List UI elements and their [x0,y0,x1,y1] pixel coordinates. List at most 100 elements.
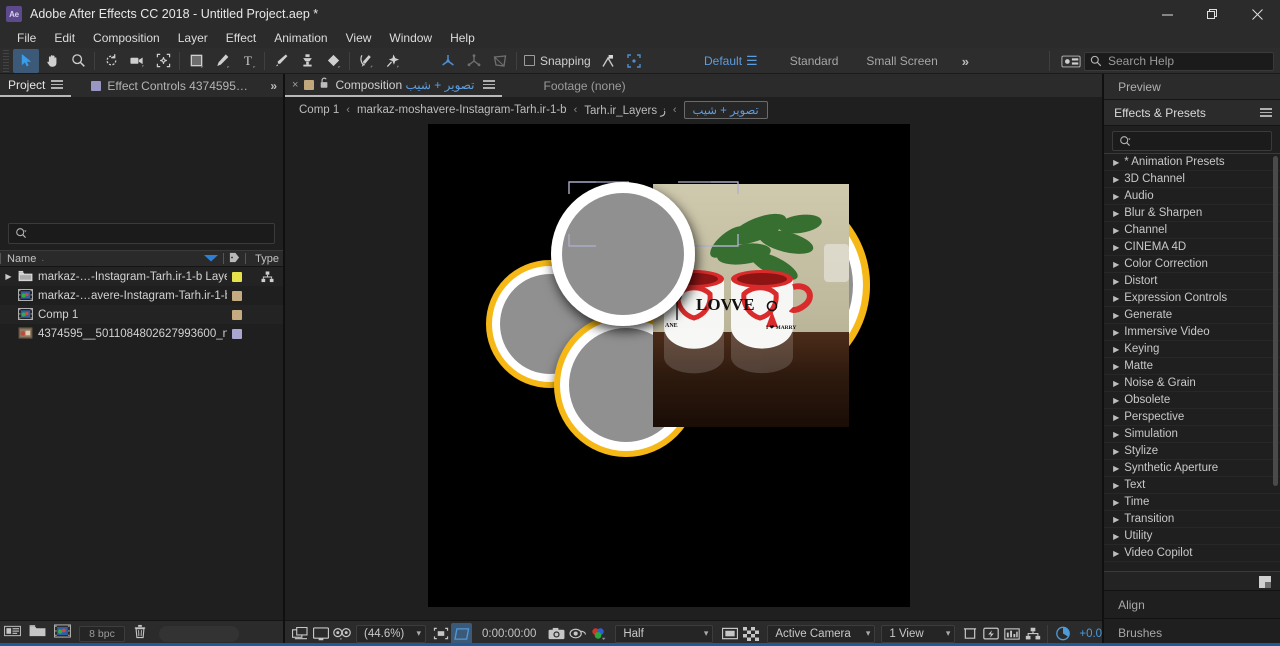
list-item[interactable]: ▶ Obsolete [1104,392,1280,409]
interpret-footage-icon[interactable] [4,624,21,643]
snap-point-icon[interactable] [595,49,621,73]
selection-tool[interactable] [13,48,39,73]
list-item[interactable]: ▶ * Animation Presets [1104,154,1280,171]
table-row[interactable]: Comp 1 [0,305,283,324]
hand-tool[interactable] [39,49,65,73]
preview-panel-header[interactable]: Preview [1104,74,1280,100]
list-item[interactable]: ▶ 3D Channel [1104,171,1280,188]
disclosure-triangle-icon[interactable]: ▶ [1113,498,1119,507]
close-button[interactable] [1235,0,1280,28]
disclosure-triangle-icon[interactable]: ▶ [1113,532,1119,541]
fast-previews-icon[interactable] [980,623,1001,645]
new-composition-icon[interactable] [54,624,71,643]
tab-footage[interactable]: Footage (none) [532,79,638,93]
menu-edit[interactable]: Edit [45,29,84,47]
disclosure-triangle-icon[interactable]: ▶ [1113,294,1119,303]
disclosure-triangle-icon[interactable]: ▶ [1113,311,1119,320]
tab-project[interactable]: Project [0,74,72,97]
breadcrumb-item-2[interactable]: Tarh.ir_Layers ز [584,103,666,117]
snap-bounds-icon[interactable] [621,49,647,73]
new-folder-icon[interactable] [29,624,46,643]
transparency-grid-icon[interactable] [451,622,472,645]
show-snapshot-icon[interactable] [567,623,588,645]
camera-select[interactable]: Active Camera ▾ [767,624,876,643]
composition-viewer[interactable]: LOV ANE VE I ❤ MARRY [285,122,1103,620]
brush-tool[interactable] [268,49,294,73]
toggle-transparency-grid-icon[interactable] [740,623,761,645]
list-item[interactable]: ▶ Perspective [1104,409,1280,426]
lock-icon[interactable] [320,77,329,92]
disclosure-triangle-icon[interactable]: ▶ [1113,243,1119,252]
zoom-level-select[interactable]: (44.6%) ▾ [356,624,426,643]
list-item[interactable]: ▶ Video Copilot [1104,545,1280,562]
effects-search-input[interactable] [1112,131,1272,151]
main-view-icon[interactable] [310,623,331,645]
list-item[interactable]: ▶ Noise & Grain [1104,375,1280,392]
roto-brush-tool[interactable] [353,49,379,73]
home-screen-icon[interactable] [1058,49,1084,73]
camera-tool[interactable] [124,49,150,73]
tab-effect-controls[interactable]: Effect Controls 4374595… [83,74,256,97]
channel-rgb-icon[interactable] [588,623,609,645]
sort-descending-icon[interactable] [204,253,219,265]
project-tabs-more-button[interactable]: » [270,79,277,93]
list-item[interactable]: ▶ Audio [1104,188,1280,205]
disclosure-triangle-icon[interactable]: ▶ [1113,209,1119,218]
breadcrumb-item-1[interactable]: markaz-moshavere-Instagram-Tarh.ir-1-b [357,104,567,116]
project-search-input[interactable] [8,223,275,244]
list-item[interactable]: ▶ Color Correction [1104,256,1280,273]
menu-composition[interactable]: Composition [84,29,169,47]
zoom-tool[interactable] [65,49,91,73]
label-swatch[interactable] [232,271,242,282]
search-help-input[interactable]: Search Help [1084,51,1274,71]
disclosure-triangle-icon[interactable]: ▶ [1113,481,1119,490]
exposure-icon[interactable] [1052,623,1073,645]
workspace-menu-icon[interactable]: ☰ [746,53,776,69]
list-item[interactable]: ▶ Expression Controls [1104,290,1280,307]
effects-list-scrollbar[interactable] [1273,156,1278,486]
shape-tool[interactable] [183,49,209,73]
disclosure-triangle-icon[interactable]: ▶ [1113,260,1119,269]
disclosure-triangle-icon[interactable]: ▶ [1113,515,1119,524]
rotation-tool[interactable] [98,49,124,73]
panel-menu-icon[interactable] [51,78,64,91]
always-preview-icon[interactable] [289,623,310,645]
menu-view[interactable]: View [337,29,381,47]
list-item[interactable]: ▶ CINEMA 4D [1104,239,1280,256]
align-panel-header[interactable]: Align [1104,590,1280,618]
disclosure-triangle-icon[interactable]: ▶ [1113,175,1119,184]
effects-presets-header[interactable]: Effects & Presets [1104,100,1280,126]
composition-canvas[interactable]: LOV ANE VE I ❤ MARRY [428,124,910,607]
breadcrumb-item-0[interactable]: Comp 1 [299,104,339,116]
table-row[interactable]: markaz-…avere-Instagram-Tarh.ir-1-b [0,286,283,305]
column-type[interactable]: Type [251,253,283,265]
current-time-display[interactable]: 0:00:00:00 [472,628,546,640]
disclosure-triangle-icon[interactable]: ▶ [1113,345,1119,354]
bit-depth-button[interactable]: 8 bpc [79,625,125,642]
brushes-panel-header[interactable]: Brushes [1104,618,1280,646]
puppet-pin-tool[interactable] [379,49,405,73]
disclosure-triangle-icon[interactable]: ▶ [4,272,13,281]
composition-panel-menu-icon[interactable] [482,78,495,91]
type-tool[interactable]: T [235,49,261,73]
list-item[interactable]: ▶ Distort [1104,273,1280,290]
workspace-standard[interactable]: Standard [776,54,853,68]
list-item[interactable]: ▶ Blur & Sharpen [1104,205,1280,222]
restore-button[interactable] [1190,0,1235,28]
effects-presets-menu-icon[interactable] [1260,106,1272,119]
binoculars-icon[interactable] [331,623,352,645]
pen-tool[interactable] [209,49,235,73]
table-row[interactable]: ▶ markaz-…-Instagram-Tarh.ir-1-b Layers [0,267,283,286]
timeline-graph-icon[interactable] [1001,623,1022,645]
project-footer-pill[interactable] [159,625,239,642]
close-tab-icon[interactable]: × [292,79,298,91]
list-item[interactable]: ▶ Time [1104,494,1280,511]
delete-icon[interactable] [133,624,147,644]
disclosure-triangle-icon[interactable]: ▶ [1113,158,1119,167]
disclosure-triangle-icon[interactable]: ▶ [1113,549,1119,558]
disclosure-triangle-icon[interactable]: ▶ [1113,396,1119,405]
disclosure-triangle-icon[interactable]: ▶ [1113,379,1119,388]
list-item[interactable]: ▶ Utility [1104,528,1280,545]
eraser-tool[interactable] [320,49,346,73]
list-item[interactable]: ▶ Synthetic Aperture [1104,460,1280,477]
